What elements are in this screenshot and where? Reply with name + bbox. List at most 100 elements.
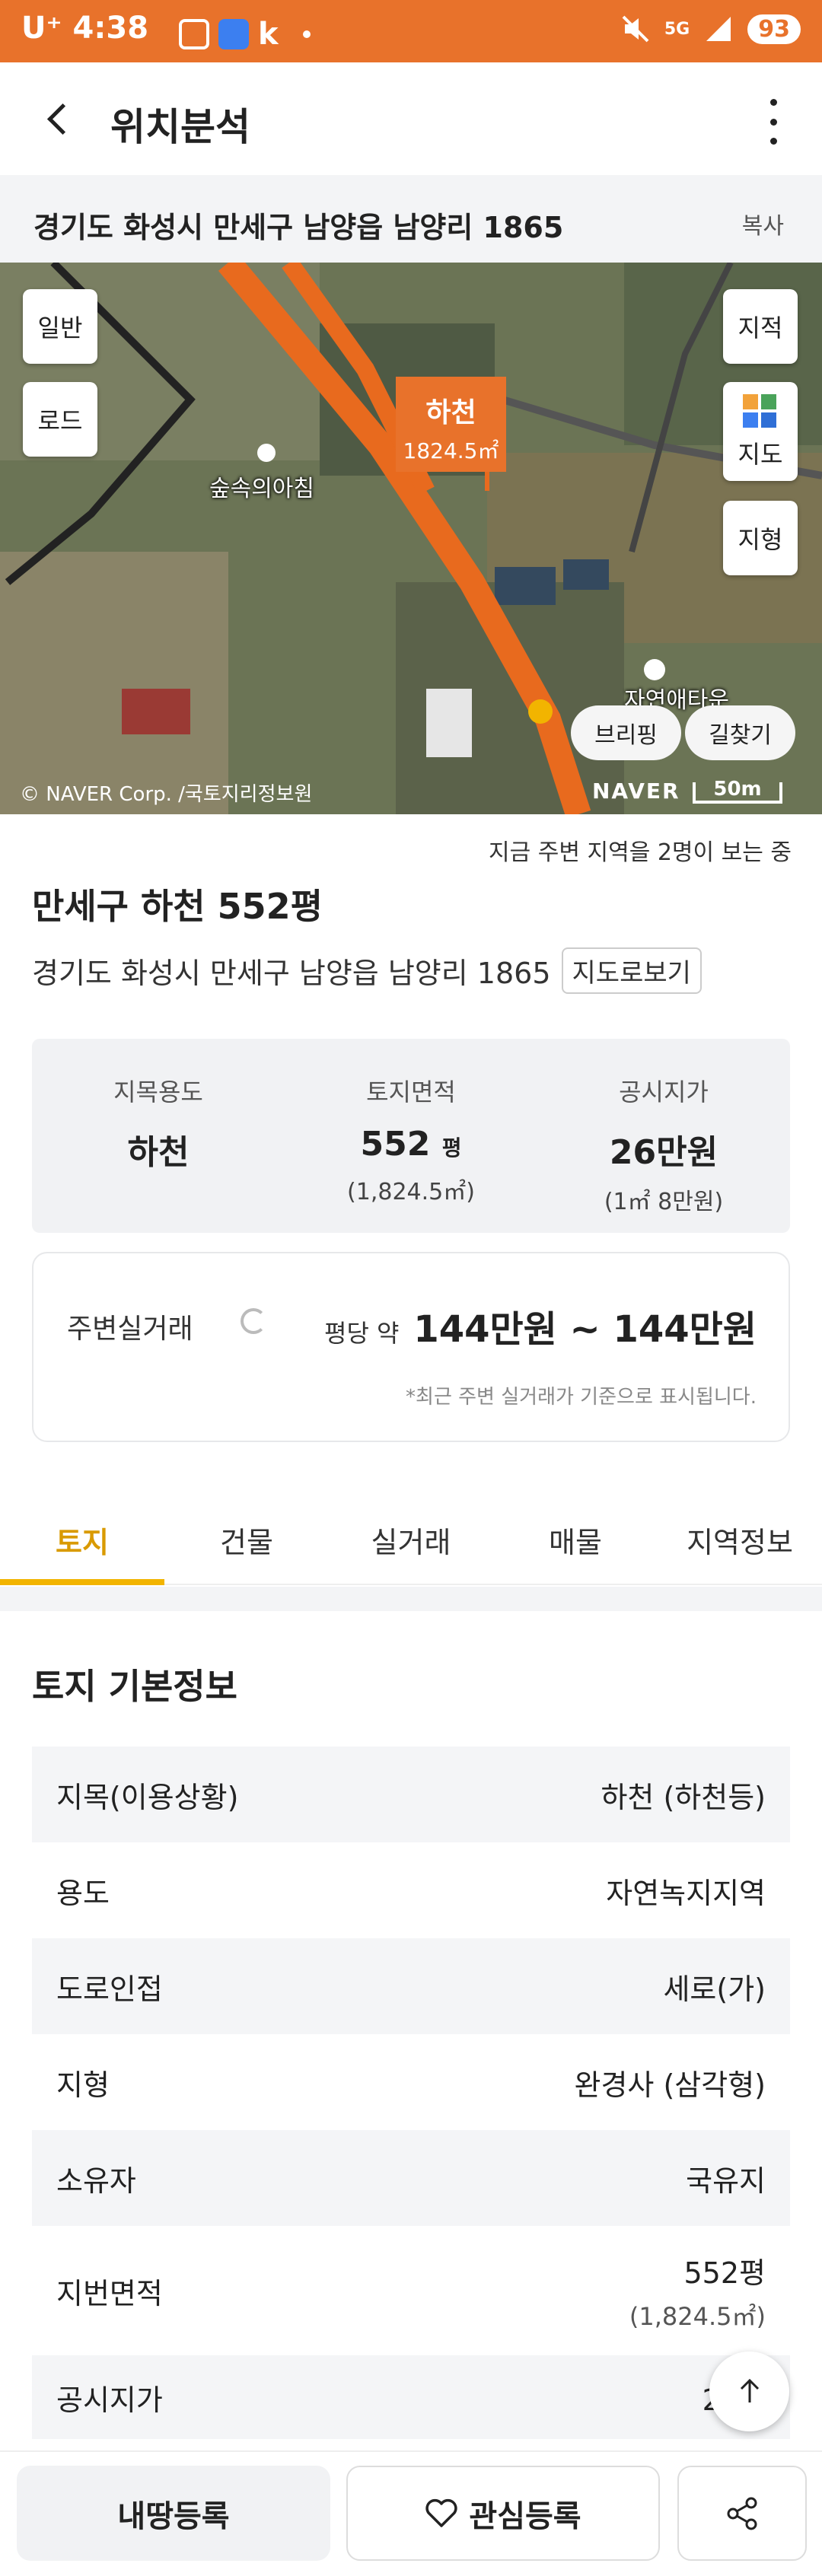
section-divider bbox=[0, 1587, 822, 1611]
refresh-icon[interactable] bbox=[241, 1308, 266, 1334]
register-my-land-button[interactable]: 내땅등록 bbox=[17, 2466, 330, 2561]
table-row: 지목(이용상황) 하천 (하천등) bbox=[32, 1747, 790, 1842]
tab-land[interactable]: 토지 bbox=[0, 1490, 164, 1585]
summary-area: 토지면적 552 평 (1,824.5㎡) bbox=[285, 1039, 537, 1233]
view-on-map-button[interactable]: 지도로보기 bbox=[561, 947, 702, 994]
summary-use: 지목용도 하천 bbox=[32, 1039, 285, 1233]
land-address: 경기도 화성시 만세구 남양읍 남양리 1865 bbox=[32, 957, 551, 990]
row-label: 지목(이용상황) bbox=[56, 1780, 239, 1814]
satellite-map[interactable]: 일반 로드 지적 지도 지형 하천 1824.5㎡ 숲속의아침 자연애타운 브리… bbox=[0, 263, 822, 814]
area-value: 552 bbox=[360, 1125, 431, 1164]
carrier-label: U⁺ bbox=[21, 11, 62, 46]
table-row: 용도 자연녹지지역 bbox=[32, 1842, 790, 1938]
row-value: 완경사 (삼각형) bbox=[574, 2068, 766, 2102]
land-address-row: 경기도 화성시 만세구 남양읍 남양리 1865 지도로보기 bbox=[32, 947, 702, 994]
terrain-layer-button[interactable]: 지형 bbox=[723, 501, 798, 575]
table-row: 지번면적 552평 (1,824.5㎡) bbox=[32, 2226, 790, 2355]
heart-icon bbox=[425, 2498, 457, 2527]
status-carrier-time: U⁺ 4:38 bbox=[21, 11, 148, 46]
tab-real-deals[interactable]: 실거래 bbox=[329, 1490, 493, 1584]
row-label: 지번면적 bbox=[56, 2276, 163, 2310]
row-label: 도로인접 bbox=[56, 1972, 163, 2006]
kakao-icon: k bbox=[258, 17, 279, 52]
app-header: 위치분석 bbox=[0, 62, 822, 175]
row-label: 소유자 bbox=[56, 2164, 136, 2198]
table-row: 지형 완경사 (삼각형) bbox=[32, 2034, 790, 2130]
row-value: 하천 (하천등) bbox=[601, 1780, 766, 1814]
map-layer-label: 지도 bbox=[738, 440, 783, 469]
table-row: 소유자 국유지 bbox=[32, 2130, 790, 2226]
row-label: 공시지가 bbox=[56, 2383, 163, 2417]
summary-label: 토지면적 bbox=[366, 1078, 456, 1107]
deal-label: 주변실거래 bbox=[67, 1313, 193, 1345]
bottom-action-bar: 내땅등록 관심등록 bbox=[0, 2450, 822, 2576]
more-menu-button[interactable] bbox=[766, 99, 781, 145]
parcel-marker[interactable]: 하천 1824.5㎡ bbox=[396, 377, 506, 472]
summary-value: 하천 bbox=[127, 1133, 190, 1172]
clock: 4:38 bbox=[72, 11, 149, 46]
deal-note: *최근 주변 실거래가 기준으로 표시됩니다. bbox=[406, 1386, 757, 1409]
battery-indicator: 93 bbox=[747, 14, 801, 44]
table-row: 도로인접 세로(가) bbox=[32, 1938, 790, 2034]
row-label: 용도 bbox=[56, 1876, 110, 1910]
tab-building[interactable]: 건물 bbox=[164, 1490, 329, 1584]
land-info-table: 지목(이용상황) 하천 (하천등) 용도 자연녹지지역 도로인접 세로(가) 지… bbox=[32, 1747, 790, 2439]
table-row: 공시지가 26만 bbox=[32, 2355, 790, 2439]
status-bar: U⁺ 4:38 k 5G 93 bbox=[0, 0, 822, 62]
app-notification-icon bbox=[218, 19, 249, 49]
tab-region-info[interactable]: 지역정보 bbox=[658, 1490, 822, 1584]
deal-prefix: 평당 약 bbox=[324, 1319, 400, 1348]
back-button[interactable] bbox=[33, 93, 87, 146]
screenshot-icon bbox=[179, 19, 209, 49]
summary-value: 552 평 bbox=[285, 1125, 537, 1164]
row-subvalue: (1,824.5㎡) bbox=[629, 2301, 766, 2331]
map-type-general-button[interactable]: 일반 bbox=[23, 289, 97, 364]
page-title: 위치분석 bbox=[110, 105, 250, 149]
row-value-group: 552평 (1,824.5㎡) bbox=[629, 2250, 766, 2332]
parcel-name: 하천 bbox=[425, 397, 476, 428]
nearby-deal-card: 주변실거래 평당 약 144만원 ~ 144만원 *최근 주변 실거래가 기준으… bbox=[32, 1252, 790, 1442]
map-road-view-button[interactable]: 로드 bbox=[23, 382, 97, 457]
address-text: 경기도 화성시 만세구 남양읍 남양리 1865 bbox=[33, 211, 564, 244]
directions-button[interactable]: 길찾기 bbox=[685, 705, 795, 760]
area-unit: 평 bbox=[441, 1135, 462, 1161]
summary-price: 공시지가 26만원 (1㎡ 8만원) bbox=[537, 1039, 790, 1233]
price-sub: (1㎡ 8만원) bbox=[604, 1189, 724, 1215]
row-value: 세로(가) bbox=[663, 1972, 766, 2006]
deal-price: 144만원 ~ 144만원 bbox=[413, 1308, 757, 1351]
section-title: 토지 기본정보 bbox=[32, 1666, 237, 1707]
network-5g-icon: 5G bbox=[664, 19, 690, 39]
add-favorite-button[interactable]: 관심등록 bbox=[346, 2466, 660, 2561]
arrow-up-icon bbox=[740, 2378, 759, 2402]
share-button[interactable] bbox=[677, 2466, 807, 2561]
area-sub: (1,824.5㎡) bbox=[347, 1179, 475, 1205]
scroll-to-top-button[interactable] bbox=[709, 2352, 789, 2431]
map-layers-icon bbox=[743, 394, 776, 428]
cadastral-layer-button[interactable]: 지적 bbox=[723, 289, 798, 364]
tab-listings[interactable]: 매물 bbox=[493, 1490, 658, 1584]
map-credit: © NAVER Corp. /국토지리정보원 bbox=[20, 783, 313, 806]
map-layer-button[interactable]: 지도 bbox=[723, 382, 798, 481]
row-value: 552평 bbox=[683, 2256, 766, 2290]
copy-address-button[interactable]: 복사 bbox=[742, 207, 784, 240]
favorite-label: 관심등록 bbox=[469, 2498, 581, 2534]
info-tabs: 토지 건물 실거래 매물 지역정보 bbox=[0, 1490, 822, 1585]
row-value: 국유지 bbox=[686, 2164, 766, 2198]
summary-label: 지목용도 bbox=[113, 1078, 203, 1107]
land-title: 만세구 하천 552평 bbox=[32, 886, 323, 927]
land-summary-box: 지목용도 하천 토지면적 552 평 (1,824.5㎡) 공시지가 26만원 … bbox=[32, 1039, 790, 1233]
summary-value: 26만원 bbox=[609, 1133, 718, 1172]
mute-icon bbox=[622, 15, 649, 43]
address-bar: 경기도 화성시 만세구 남양읍 남양리 1865 복사 bbox=[0, 175, 822, 263]
row-value: 자연녹지지역 bbox=[606, 1876, 766, 1910]
map-scale-bar: 50m bbox=[693, 779, 782, 804]
naver-logo: NAVER bbox=[592, 779, 680, 804]
briefing-button[interactable]: 브리핑 bbox=[571, 705, 681, 760]
row-label: 지형 bbox=[56, 2068, 110, 2102]
summary-label: 공시지가 bbox=[619, 1078, 709, 1107]
notification-dot-icon bbox=[302, 30, 311, 38]
viewers-note: 지금 주변 지역을 2명이 보는 중 bbox=[489, 839, 792, 866]
poi-label: 숲속의아침 bbox=[209, 476, 314, 502]
parcel-area: 1824.5㎡ bbox=[403, 438, 499, 463]
signal-icon bbox=[706, 17, 731, 41]
